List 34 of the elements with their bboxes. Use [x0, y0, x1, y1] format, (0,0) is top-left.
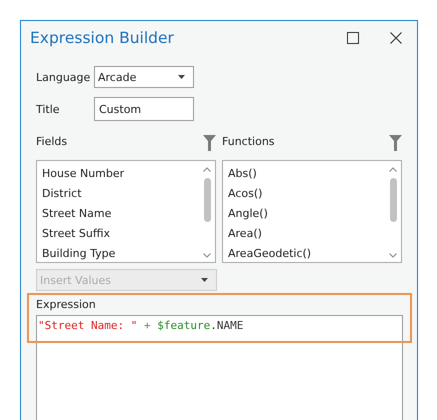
function-item[interactable]: Angle()	[228, 204, 380, 224]
fields-list[interactable]: House Number District Street Name Street Suffix Building Type	[36, 160, 216, 263]
close-icon[interactable]	[390, 32, 402, 44]
language-label: Language	[36, 70, 92, 84]
scroll-down-icon[interactable]	[389, 253, 397, 258]
title-label: Title	[36, 102, 61, 116]
caret-icon	[201, 278, 208, 282]
function-item[interactable]: AreaGeodetic()	[228, 244, 380, 264]
functions-list[interactable]: Abs() Acos() Angle() Area() AreaGeodetic()	[222, 160, 402, 263]
scrollbar-thumb[interactable]	[390, 178, 396, 222]
function-item[interactable]: Acos()	[228, 184, 380, 204]
function-item[interactable]: Area()	[228, 224, 380, 244]
scroll-up-icon[interactable]	[389, 167, 397, 172]
scrollbar-thumb[interactable]	[204, 178, 210, 222]
field-item[interactable]: Building Type	[42, 244, 194, 264]
title-field[interactable]: Custom	[94, 97, 194, 121]
maximize-icon[interactable]	[347, 32, 359, 44]
expression-editor[interactable]: "Street Name: " + $feature.NAME	[36, 315, 403, 420]
field-item[interactable]: Street Name	[42, 204, 194, 224]
filter-icon[interactable]	[203, 135, 216, 151]
field-item[interactable]: House Number	[42, 164, 194, 184]
field-item[interactable]: Street Suffix	[42, 224, 194, 244]
function-item[interactable]: Abs()	[228, 164, 380, 184]
scroll-up-icon[interactable]	[203, 167, 211, 172]
fields-label: Fields	[36, 135, 68, 148]
field-item[interactable]: District	[42, 184, 194, 204]
language-dropdown[interactable]: Arcade	[94, 66, 194, 88]
window-title: Expression Builder	[30, 29, 174, 47]
filter-icon[interactable]	[389, 135, 402, 151]
functions-label: Functions	[222, 135, 275, 148]
expression-code: "Street Name: " + $feature.NAME	[38, 319, 244, 332]
caret-icon	[178, 75, 185, 79]
expression-label: Expression	[36, 297, 97, 313]
scroll-down-icon[interactable]	[203, 253, 211, 258]
